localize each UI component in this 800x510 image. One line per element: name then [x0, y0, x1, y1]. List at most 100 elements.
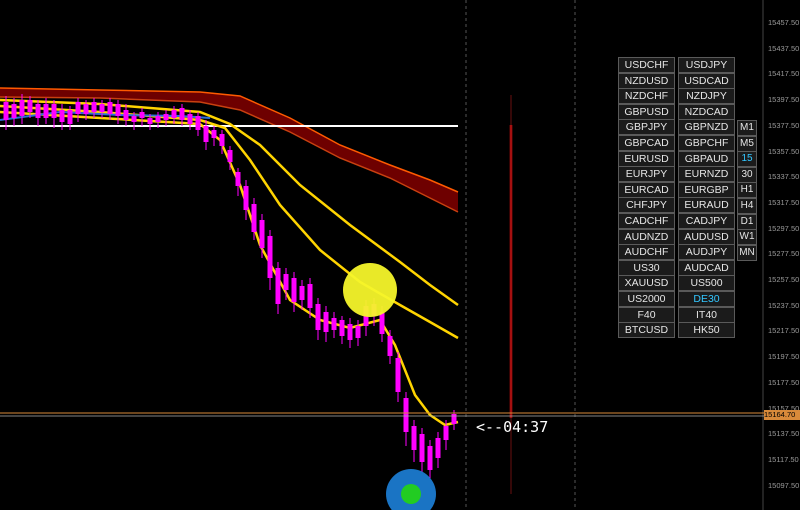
candle-body — [147, 118, 153, 124]
candle-body — [67, 110, 73, 124]
symbol-button-usdjpy[interactable]: USDJPY — [678, 57, 735, 73]
price-tick: 15237.50 — [768, 300, 800, 310]
candle-body — [75, 102, 81, 114]
symbol-button-eurcad[interactable]: EURCAD — [618, 181, 675, 198]
entry-marker-inner — [401, 484, 421, 504]
timeframe-button-m1[interactable]: M1 — [737, 120, 757, 136]
symbol-button-cadjpy[interactable]: CADJPY — [678, 213, 735, 229]
symbol-button-us30[interactable]: US30 — [618, 259, 675, 276]
candle-body — [435, 438, 441, 458]
symbol-button-gbpusd[interactable]: GBPUSD — [618, 103, 675, 120]
price-tick: 15197.50 — [768, 352, 800, 362]
symbol-button-audusd[interactable]: AUDUSD — [678, 228, 735, 245]
price-tick: 15097.50 — [768, 480, 800, 490]
price-tick: 15177.50 — [768, 377, 800, 387]
symbol-button-eurjpy[interactable]: EURJPY — [618, 166, 675, 183]
symbol-button-audchf[interactable]: AUDCHF — [618, 244, 675, 261]
symbol-button-gbpjpy[interactable]: GBPJPY — [618, 119, 675, 136]
candle-body — [99, 104, 105, 112]
candle-body — [443, 426, 449, 440]
price-tick: 15357.50 — [768, 146, 800, 156]
symbol-button-xauusd[interactable]: XAUUSD — [618, 275, 675, 292]
symbol-button-gbpaud[interactable]: GBPAUD — [678, 150, 735, 167]
trading-terminal: 15457.50 15437.50 15417.50 15397.50 15377.50… — [0, 0, 800, 510]
symbol-button-audnzd[interactable]: AUDNZD — [618, 228, 675, 245]
timeframe-button-w1[interactable]: W1 — [737, 229, 757, 246]
candle-body — [323, 312, 329, 332]
symbol-button-de30[interactable]: DE30 — [678, 291, 735, 307]
candle-body — [123, 110, 129, 120]
symbol-button-eurnzd[interactable]: EURNZD — [678, 166, 735, 183]
price-tick: 15137.50 — [768, 429, 800, 439]
symbol-button-cadchf[interactable]: CADCHF — [618, 213, 675, 229]
candle-body — [235, 172, 241, 186]
candle-body — [387, 336, 393, 356]
candle-body — [219, 134, 225, 146]
price-tick: 15337.50 — [768, 172, 800, 182]
symbol-button-btcusd[interactable]: BTCUSD — [618, 322, 675, 339]
candle-body — [91, 102, 97, 112]
symbol-button-gbpnzd[interactable]: GBPNZD — [678, 119, 735, 136]
candle-body — [339, 320, 345, 336]
candle-body — [43, 104, 49, 118]
candle-body — [163, 114, 169, 120]
timeframe-button-m5[interactable]: M5 — [737, 135, 757, 152]
symbol-button-usdcad[interactable]: USDCAD — [678, 72, 735, 89]
symbol-button-eurgbp[interactable]: EURGBP — [678, 181, 735, 198]
symbol-button-eurusd[interactable]: EURUSD — [618, 150, 675, 167]
price-tick: 15277.50 — [768, 249, 800, 259]
symbol-button-audjpy[interactable]: AUDJPY — [678, 244, 735, 261]
candle-body — [83, 104, 89, 114]
candle-body — [203, 126, 209, 142]
price-tick: 15257.50 — [768, 275, 800, 284]
symbol-button-usdchf[interactable]: USDCHF — [618, 57, 675, 73]
symbol-button-audcad[interactable]: AUDCAD — [678, 259, 735, 276]
symbol-button-nzdcad[interactable]: NZDCAD — [678, 103, 735, 120]
symbol-button-hk50[interactable]: HK50 — [678, 322, 735, 339]
candle-body — [211, 130, 217, 138]
candle-body — [195, 116, 201, 130]
price-tick: 15317.50 — [768, 197, 800, 207]
candle-body — [51, 104, 57, 118]
candle-body — [259, 220, 265, 248]
candle-body — [275, 268, 281, 304]
candle-body — [291, 278, 297, 302]
candle-body — [179, 108, 185, 120]
price-tick: 15217.50 — [768, 326, 800, 336]
symbol-button-nzdjpy[interactable]: NZDJPY — [678, 88, 735, 105]
candle-body — [315, 304, 321, 330]
candle-body — [307, 284, 313, 308]
timeframe-button-30[interactable]: 30 — [737, 166, 757, 183]
symbol-button-f40[interactable]: F40 — [618, 306, 675, 323]
symbol-button-us2000[interactable]: US2000 — [618, 291, 675, 307]
signal-highlight — [343, 263, 397, 317]
candle-body — [155, 116, 161, 122]
symbol-button-gbpchf[interactable]: GBPCHF — [678, 135, 735, 151]
candle-body — [243, 186, 249, 210]
candle-body — [27, 100, 33, 112]
timeframe-button-mn[interactable]: MN — [737, 244, 757, 261]
symbol-button-it40[interactable]: IT40 — [678, 306, 735, 323]
candle-body — [115, 104, 121, 116]
price-tick: 15377.50 — [768, 120, 800, 130]
candle-body — [187, 114, 193, 124]
candle-body — [299, 286, 305, 300]
timeframe-button-h1[interactable]: H1 — [737, 182, 757, 199]
timeframe-button-15[interactable]: 15 — [737, 151, 757, 168]
price-tick: 15457.50 — [768, 18, 800, 27]
symbol-button-euraud[interactable]: EURAUD — [678, 197, 735, 214]
candle-body — [395, 358, 401, 392]
candle-body — [107, 102, 113, 114]
timeframe-button-d1[interactable]: D1 — [737, 213, 757, 230]
symbol-button-nzdusd[interactable]: NZDUSD — [618, 72, 675, 89]
candle-body — [283, 274, 289, 290]
symbol-button-us500[interactable]: US500 — [678, 275, 735, 292]
candle-body — [3, 102, 9, 120]
symbol-button-gbpcad[interactable]: GBPCAD — [618, 135, 675, 151]
symbol-button-nzdchf[interactable]: NZDCHF — [618, 88, 675, 105]
current-price-label: 15164.70 — [764, 410, 800, 420]
price-tick: 15397.50 — [768, 95, 800, 105]
symbol-button-chfjpy[interactable]: CHFJPY — [618, 197, 675, 214]
timeframe-button-h4[interactable]: H4 — [737, 198, 757, 214]
candle-body — [419, 434, 425, 462]
